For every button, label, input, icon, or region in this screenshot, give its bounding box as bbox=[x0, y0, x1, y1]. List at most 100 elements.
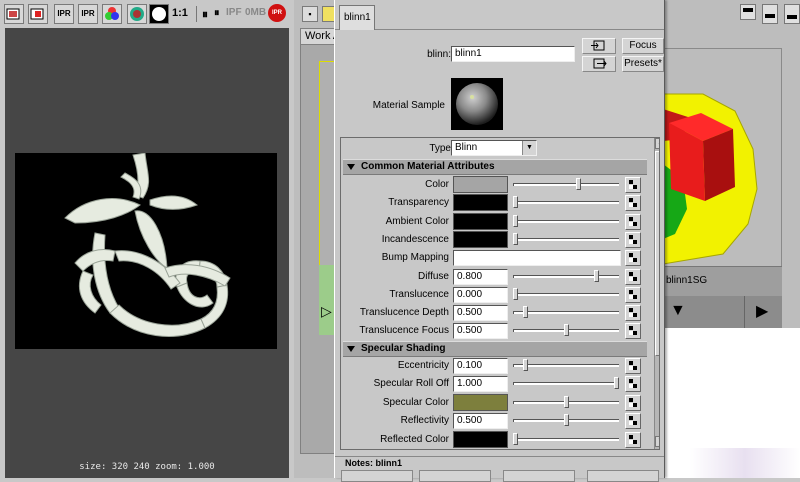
slider-thumb[interactable] bbox=[513, 232, 518, 245]
slider-thumb[interactable] bbox=[513, 432, 518, 445]
slider-thumb[interactable] bbox=[593, 269, 599, 282]
reflectivity-slider[interactable] bbox=[513, 414, 619, 428]
slider-thumb[interactable] bbox=[523, 306, 529, 319]
focus-button[interactable]: Focus bbox=[622, 38, 664, 54]
map-texture-icon[interactable] bbox=[625, 250, 641, 267]
map-texture-icon[interactable] bbox=[625, 305, 641, 322]
attributes-scroll-area[interactable]: Type Blinn ▼ Common Material Attributes … bbox=[340, 137, 660, 450]
trans_depth-value-field[interactable]: 0.500 bbox=[453, 305, 508, 322]
eccentricity-value-field[interactable]: 0.100 bbox=[453, 358, 508, 374]
bump-field[interactable] bbox=[453, 250, 621, 267]
scroll-thumb[interactable] bbox=[655, 151, 659, 356]
trans_depth-slider[interactable] bbox=[513, 306, 619, 320]
slider-thumb[interactable] bbox=[575, 178, 581, 190]
translucence-slider[interactable] bbox=[513, 287, 619, 302]
diffuse-value-field[interactable]: 0.800 bbox=[453, 268, 508, 285]
pause-icon[interactable]: ⏸ bbox=[214, 7, 220, 20]
transparency-label: Transparency bbox=[388, 197, 449, 209]
eccentricity-slider[interactable] bbox=[513, 359, 619, 373]
reflectivity-value-field[interactable]: 0.500 bbox=[453, 413, 508, 430]
incandescence-swatch[interactable] bbox=[453, 230, 508, 248]
transparency-slider[interactable] bbox=[513, 196, 619, 210]
rolloff-slider[interactable] bbox=[513, 377, 619, 391]
ipr-refresh-button[interactable]: IPR bbox=[78, 4, 98, 24]
map-texture-icon[interactable] bbox=[625, 268, 641, 285]
arrow-right-icon[interactable]: ▶ bbox=[756, 301, 768, 321]
input-connection-button[interactable] bbox=[582, 38, 616, 54]
rgb-channel-icon[interactable] bbox=[102, 4, 122, 24]
map-texture-icon[interactable] bbox=[625, 413, 641, 430]
map-texture-icon[interactable] bbox=[625, 376, 641, 393]
trans_focus-slider[interactable] bbox=[513, 324, 619, 338]
graph-icon[interactable]: ▪ bbox=[302, 6, 318, 22]
reflected-swatch[interactable] bbox=[453, 430, 508, 448]
map-texture-icon[interactable] bbox=[625, 323, 641, 340]
redo-render-icon[interactable] bbox=[4, 4, 24, 24]
real-size-button[interactable]: 1:1 bbox=[172, 7, 188, 19]
map-texture-icon[interactable] bbox=[625, 231, 641, 248]
scroll-down-icon[interactable]: ▼ bbox=[655, 436, 659, 447]
type-dropdown[interactable]: Blinn ▼ bbox=[451, 140, 537, 156]
section-common-material[interactable]: Common Material Attributes bbox=[343, 159, 647, 175]
ipr-record-button[interactable]: IPR bbox=[268, 4, 286, 22]
slider-thumb[interactable] bbox=[563, 324, 569, 337]
render-region-icon[interactable] bbox=[28, 4, 48, 24]
layout-split-icon[interactable] bbox=[762, 4, 778, 24]
slider-thumb[interactable] bbox=[513, 196, 518, 209]
spec_color-slider[interactable] bbox=[513, 395, 619, 410]
attribute-editor-window: blinn1 blinn: blinn1 Focus Presets* Mate… bbox=[334, 0, 665, 482]
layout-bottom-icon[interactable] bbox=[784, 4, 800, 24]
section-specular-shading[interactable]: Specular Shading bbox=[343, 341, 647, 357]
trans_focus-value-field[interactable]: 0.500 bbox=[453, 323, 508, 340]
slider-thumb[interactable] bbox=[563, 395, 569, 408]
rolloff-value-field[interactable]: 1.000 bbox=[453, 376, 508, 393]
node-name-label: blinn: bbox=[427, 49, 451, 60]
ipr-render-button[interactable]: IPR bbox=[54, 4, 74, 24]
slider-thumb[interactable] bbox=[523, 359, 529, 371]
presets-button[interactable]: Presets* bbox=[622, 56, 664, 72]
incandescence-slider[interactable] bbox=[513, 232, 619, 247]
map-texture-icon[interactable] bbox=[625, 213, 641, 230]
play-icon[interactable]: ▷ bbox=[321, 303, 332, 320]
slider-track bbox=[513, 183, 619, 186]
transparency-swatch[interactable] bbox=[453, 194, 508, 212]
slider-thumb[interactable] bbox=[513, 287, 518, 300]
spec_color-swatch[interactable] bbox=[453, 393, 508, 411]
node-name-field[interactable]: blinn1 bbox=[451, 46, 575, 62]
scroll-up-icon[interactable]: ▲ bbox=[655, 138, 659, 149]
tab-blinn1[interactable]: blinn1 bbox=[339, 5, 375, 30]
select-button[interactable] bbox=[341, 470, 413, 482]
copy-tab-button[interactable] bbox=[503, 470, 575, 482]
layout-single-icon[interactable] bbox=[740, 4, 756, 20]
translucence-value-field[interactable]: 0.000 bbox=[453, 286, 508, 303]
map-texture-icon[interactable] bbox=[625, 195, 641, 212]
shading-group-swatch[interactable] bbox=[662, 48, 782, 268]
slider-thumb[interactable] bbox=[614, 377, 619, 390]
nav-divider bbox=[744, 296, 745, 328]
load-attributes-button[interactable] bbox=[419, 470, 491, 482]
slider-thumb[interactable] bbox=[513, 214, 518, 227]
map-texture-icon[interactable] bbox=[625, 358, 641, 374]
render-status-bar: size: 320 240 zoom: 1.000 bbox=[79, 462, 215, 472]
map-texture-icon[interactable] bbox=[625, 431, 641, 448]
bump-label: Bump Mapping bbox=[381, 252, 449, 264]
output-connection-button[interactable] bbox=[582, 56, 616, 72]
map-texture-icon[interactable] bbox=[625, 286, 641, 303]
slider-track bbox=[513, 274, 619, 278]
reflected-slider[interactable] bbox=[513, 432, 619, 447]
color-channels-icon[interactable] bbox=[127, 4, 147, 24]
color-slider[interactable] bbox=[513, 178, 619, 192]
map-texture-icon[interactable] bbox=[625, 394, 641, 411]
keep-image-icon[interactable]: ⏸ bbox=[202, 7, 208, 22]
color-swatch[interactable] bbox=[453, 176, 508, 193]
arrow-down-icon[interactable]: ▼ bbox=[670, 302, 686, 320]
ambient-swatch[interactable] bbox=[453, 212, 508, 230]
diffuse-slider[interactable] bbox=[513, 269, 619, 284]
close-button[interactable] bbox=[587, 470, 659, 482]
ambient-slider[interactable] bbox=[513, 214, 619, 229]
type-label: Type bbox=[429, 143, 451, 154]
vertical-scrollbar[interactable]: ▲ ▼ bbox=[654, 138, 659, 449]
alpha-channel-icon[interactable] bbox=[149, 4, 169, 24]
map-texture-icon[interactable] bbox=[625, 177, 641, 193]
slider-thumb[interactable] bbox=[563, 414, 569, 427]
